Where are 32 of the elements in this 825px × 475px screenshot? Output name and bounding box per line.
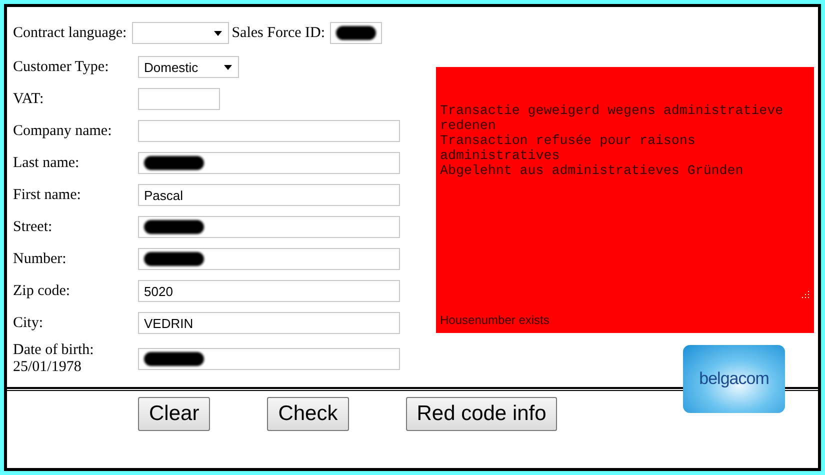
field-label: Last name: [13, 154, 80, 172]
input-field[interactable]: VEDRIN [138, 312, 400, 334]
field-label: Zip code: [13, 282, 72, 300]
input-field[interactable] [138, 120, 400, 142]
field-label: Street: [13, 218, 54, 236]
input-field[interactable] [138, 348, 400, 370]
action-button[interactable]: Clear [138, 397, 210, 431]
input-field[interactable] [138, 216, 400, 238]
field-label: Sales Force ID: [232, 24, 326, 42]
input-field[interactable] [138, 88, 220, 110]
field-label: Company name: [13, 122, 113, 140]
error-message: Transactie geweigerd wegens administratieve redenen Transaction refusée pour raisons administratives Abgelehnt aus administratieves Gründen [440, 103, 784, 178]
message-box[interactable]: Transactie geweigerd wegens administratieve redenen Transaction refusée pour raisons administratives Abgelehnt aus administratieves Gründen Housenumber exists [436, 67, 814, 333]
caret-icon [214, 31, 222, 36]
input-field[interactable] [138, 152, 400, 174]
logo: belgacom [683, 345, 785, 413]
field-label: First name: [13, 186, 82, 204]
field-label: Customer Type: [13, 58, 110, 76]
input-field[interactable] [330, 22, 382, 44]
caret-icon [224, 65, 232, 70]
dropdown[interactable]: Domestic [138, 56, 239, 78]
input-field[interactable] [138, 248, 400, 270]
input-field[interactable]: 5020 [138, 280, 400, 302]
status-message: Housenumber exists [440, 313, 550, 327]
action-button[interactable]: Check [267, 397, 349, 431]
field-label: Date of birth: 25/01/1978 [13, 342, 95, 376]
field-label: VAT: [13, 90, 45, 108]
field-label: Number: [13, 250, 68, 268]
field-label: City: [13, 314, 44, 332]
field-label: Contract language: [13, 24, 127, 42]
action-button[interactable]: Red code info [406, 397, 558, 431]
input-field[interactable]: Pascal [138, 184, 400, 206]
